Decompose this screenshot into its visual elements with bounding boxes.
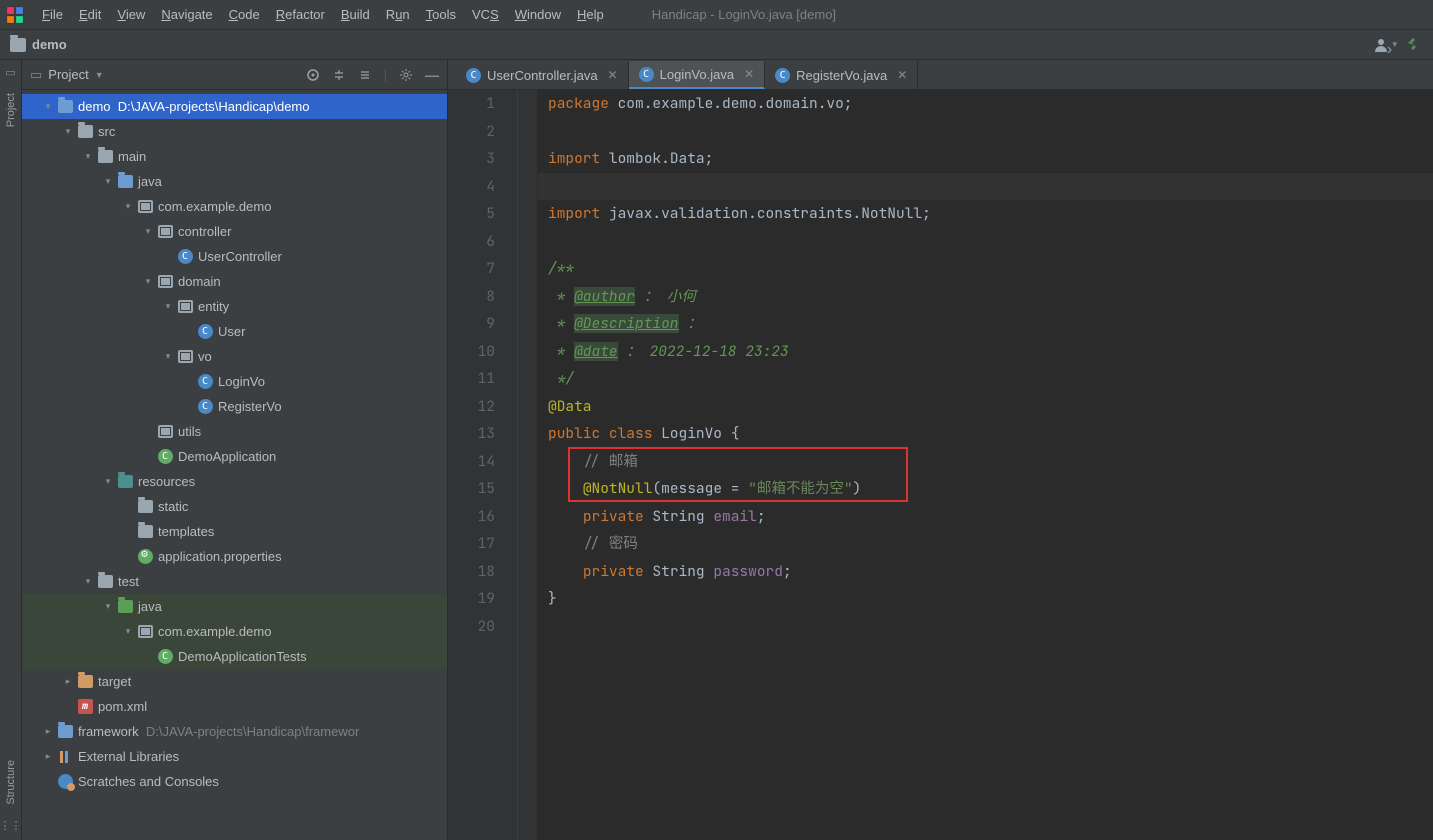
- tree-node-test-class[interactable]: CDemoApplicationTests: [22, 644, 447, 669]
- menu-refactor[interactable]: Refactor: [268, 3, 333, 26]
- tree-node-usercontroller[interactable]: CUserController: [22, 244, 447, 269]
- tab-registervo[interactable]: C RegisterVo.java ✕: [765, 61, 918, 89]
- select-opened-file-icon[interactable]: [306, 68, 320, 82]
- tree-node-demo[interactable]: ▾demo D:\JAVA-projects\Handicap\demo: [22, 94, 447, 119]
- tree-node-user[interactable]: CUser: [22, 319, 447, 344]
- project-stripe-label: Project: [5, 89, 17, 131]
- tree-node-registervo[interactable]: CRegisterVo: [22, 394, 447, 419]
- code-content[interactable]: package com.example.demo.domain.vo; impo…: [538, 90, 1433, 840]
- editor-area: C UserController.java ✕ C LoginVo.java ✕ C Re…: [448, 60, 1433, 840]
- tool-stripe-structure[interactable]: Structure ⋮⋮: [0, 180, 22, 840]
- tool-stripe-project[interactable]: ▭ Project: [0, 60, 22, 180]
- tree-node-vo[interactable]: ▾vo: [22, 344, 447, 369]
- fold-gutter[interactable]: [518, 90, 538, 840]
- menu-tools[interactable]: Tools: [418, 3, 464, 26]
- tree-node-target[interactable]: ▸target: [22, 669, 447, 694]
- tree-node-appprops[interactable]: application.properties: [22, 544, 447, 569]
- expand-all-icon[interactable]: [332, 68, 346, 82]
- navigation-bar: demo ▾: [0, 30, 1433, 60]
- tab-label: LoginVo.java: [660, 67, 734, 82]
- project-stripe-icon: ▭: [5, 66, 15, 79]
- tree-node-pom[interactable]: mpom.xml: [22, 694, 447, 719]
- collapse-all-icon[interactable]: [358, 68, 372, 82]
- gear-icon[interactable]: [399, 68, 413, 82]
- tree-node-loginvo[interactable]: CLoginVo: [22, 369, 447, 394]
- menu-window[interactable]: Window: [507, 3, 569, 26]
- java-class-icon: C: [775, 68, 790, 83]
- structure-stripe-icon: ⋮⋮: [0, 819, 22, 832]
- tree-node-templates[interactable]: templates: [22, 519, 447, 544]
- tree-node-entity[interactable]: ▾entity: [22, 294, 447, 319]
- menu-navigate[interactable]: Navigate: [153, 3, 220, 26]
- editor-tabs: C UserController.java ✕ C LoginVo.java ✕ C Re…: [448, 60, 1433, 90]
- tree-node-test-pkg[interactable]: ▾com.example.demo: [22, 619, 447, 644]
- window-title: Handicap - LoginVo.java [demo]: [652, 7, 836, 22]
- app-logo-icon: [6, 6, 24, 24]
- close-icon[interactable]: ✕: [744, 67, 754, 81]
- tree-node-test[interactable]: ▾test: [22, 569, 447, 594]
- editor-body[interactable]: 1234567891011121314151617181920 package …: [448, 90, 1433, 840]
- menu-help[interactable]: Help: [569, 3, 612, 26]
- tree-node-demoapp[interactable]: CDemoApplication: [22, 444, 447, 469]
- menu-build[interactable]: Build: [333, 3, 378, 26]
- java-class-icon: C: [639, 67, 654, 82]
- folder-icon: [10, 38, 26, 52]
- project-header: ▭ Project ▼ | —: [22, 60, 447, 90]
- tree-node-test-java[interactable]: ▾java: [22, 594, 447, 619]
- breadcrumb[interactable]: demo: [32, 37, 67, 52]
- menu-run[interactable]: Run: [378, 3, 418, 26]
- tree-node-src[interactable]: ▾src: [22, 119, 447, 144]
- project-view-icon: ▭: [30, 67, 42, 83]
- close-icon[interactable]: ✕: [897, 68, 907, 82]
- tree-node-utils[interactable]: utils: [22, 419, 447, 444]
- project-tree[interactable]: ▾demo D:\JAVA-projects\Handicap\demo ▾sr…: [22, 90, 447, 840]
- menu-vcs[interactable]: VCS: [464, 3, 507, 26]
- build-icon[interactable]: [1405, 36, 1423, 54]
- tree-node-static[interactable]: static: [22, 494, 447, 519]
- tree-node-main[interactable]: ▾main: [22, 144, 447, 169]
- chevron-down-icon[interactable]: ▼: [95, 70, 104, 80]
- tree-node-java[interactable]: ▾java: [22, 169, 447, 194]
- tab-loginvo[interactable]: C LoginVo.java ✕: [629, 61, 766, 89]
- menu-edit[interactable]: Edit: [71, 3, 109, 26]
- gutter[interactable]: 1234567891011121314151617181920: [448, 90, 518, 840]
- tab-usercontroller[interactable]: C UserController.java ✕: [456, 61, 629, 89]
- tree-node-resources[interactable]: ▾resources: [22, 469, 447, 494]
- project-header-title[interactable]: Project: [48, 67, 88, 82]
- tree-node-scratches[interactable]: Scratches and Consoles: [22, 769, 447, 794]
- tree-node-controller[interactable]: ▾controller: [22, 219, 447, 244]
- project-tool-window: ▭ Project ▼ | — ▾demo D:\JAVA-projects\H…: [22, 60, 448, 840]
- structure-stripe-label: Structure: [5, 756, 17, 809]
- user-icon[interactable]: ▾: [1374, 37, 1397, 53]
- tab-label: RegisterVo.java: [796, 68, 887, 83]
- menu-view[interactable]: View: [109, 3, 153, 26]
- tree-node-framework[interactable]: ▸framework D:\JAVA-projects\Handicap\fra…: [22, 719, 447, 744]
- tree-node-package[interactable]: ▾com.example.demo: [22, 194, 447, 219]
- close-icon[interactable]: ✕: [608, 68, 618, 82]
- tree-node-ext-lib[interactable]: ▸External Libraries: [22, 744, 447, 769]
- menu-code[interactable]: Code: [221, 3, 268, 26]
- java-class-icon: C: [466, 68, 481, 83]
- menu-bar: File Edit View Navigate Code Refactor Bu…: [0, 0, 1433, 30]
- hide-icon[interactable]: —: [425, 67, 439, 83]
- menu-file[interactable]: File: [34, 3, 71, 26]
- tree-node-domain[interactable]: ▾domain: [22, 269, 447, 294]
- tab-label: UserController.java: [487, 68, 598, 83]
